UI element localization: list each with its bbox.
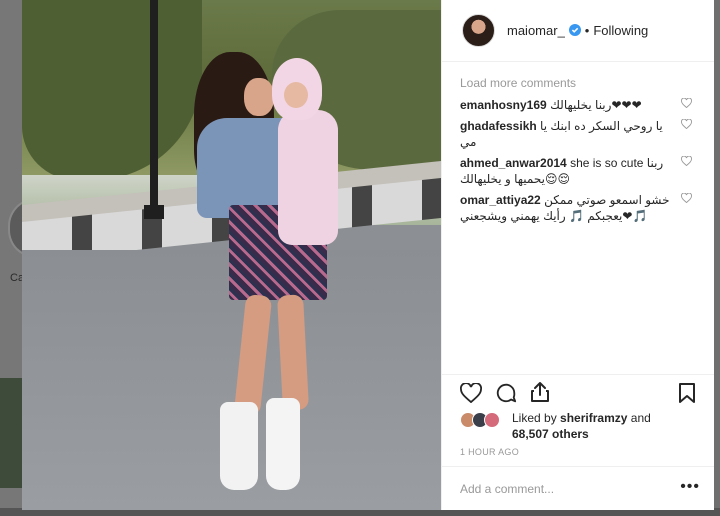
post-sidebar: maiomar_ • Following Load more comments em… — [441, 0, 714, 510]
comment-username[interactable]: ahmed_anwar2014 — [460, 156, 567, 170]
likes-prefix: Liked by — [512, 411, 557, 425]
header-separator: • — [584, 23, 590, 38]
comment-item: emanhosny169 ربنا يخليهالك❤❤❤ — [460, 97, 698, 113]
author-username[interactable]: maiomar_ — [507, 23, 565, 38]
verified-badge-icon — [568, 24, 581, 36]
likes-text: Liked by sheriframzy and 68,507 others — [512, 410, 651, 442]
load-more-comments-link[interactable]: Load more comments — [460, 76, 698, 90]
photo-boot-left — [220, 402, 258, 490]
comment-text: ربنا يخليهالك❤❤❤ — [550, 98, 642, 112]
comment-item: ahmed_anwar2014 she is so cute ربنا يحمي… — [460, 155, 698, 187]
liker-avatar — [484, 412, 500, 428]
save-bookmark-icon[interactable] — [678, 382, 696, 404]
liker-username[interactable]: sheriframzy — [560, 411, 627, 425]
post-header: maiomar_ • Following — [442, 0, 714, 62]
photo-woman-face — [244, 78, 274, 116]
comment-username[interactable]: ghadafessikh — [460, 119, 537, 133]
comment-like-heart-icon[interactable] — [681, 98, 692, 108]
liker-avatars — [460, 412, 504, 428]
author-avatar[interactable] — [462, 14, 495, 47]
comment-bubble-icon[interactable] — [495, 382, 517, 404]
likes-and: and — [630, 411, 651, 425]
photo-baby-body — [278, 110, 338, 245]
post-photo[interactable] — [22, 0, 441, 510]
comment-item: omar_attiya22 خشو اسمعو صوتي ممكن يعجبكم… — [460, 192, 698, 224]
comments-list: Load more comments emanhosny169 ربنا يخل… — [442, 62, 714, 374]
comment-username[interactable]: omar_attiya22 — [460, 193, 541, 207]
comment-like-heart-icon[interactable] — [681, 119, 692, 129]
comment-like-heart-icon[interactable] — [681, 193, 692, 203]
photo-boot-right — [266, 398, 300, 490]
likes-count-link[interactable]: 68,507 others — [512, 427, 589, 441]
share-icon[interactable] — [530, 381, 550, 403]
comment-username[interactable]: emanhosny169 — [460, 98, 547, 112]
background-thumbnail — [0, 378, 22, 488]
photo-lamp-post — [150, 0, 158, 215]
likes-summary: Liked by sheriframzy and 68,507 others — [442, 406, 714, 442]
add-comment-bar: ••• — [442, 466, 714, 510]
comment-like-heart-icon[interactable] — [681, 156, 692, 166]
add-comment-input[interactable] — [460, 481, 660, 496]
photo-lamp-base — [144, 205, 164, 219]
photo-baby-face — [284, 82, 308, 108]
post-timestamp[interactable]: 1 HOUR AGO — [460, 447, 519, 457]
like-heart-icon[interactable] — [460, 383, 482, 403]
post-modal: maiomar_ • Following Load more comments em… — [22, 0, 714, 510]
comment-item: ghadafessikh يا روحي السكر ده ابنك يا مي — [460, 118, 698, 150]
more-options-icon[interactable]: ••• — [680, 479, 700, 495]
following-button[interactable]: Following — [593, 23, 648, 38]
